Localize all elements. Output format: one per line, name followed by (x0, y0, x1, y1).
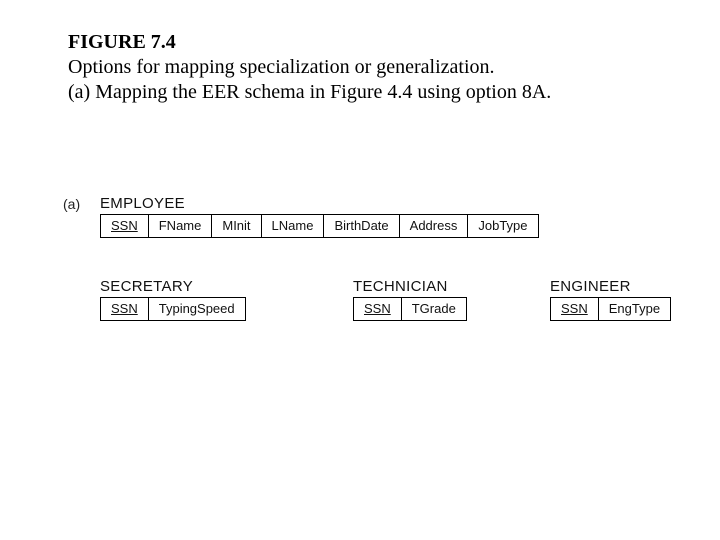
relation-table-technician: SSN TGrade (353, 297, 467, 321)
table-row: SSN TGrade (354, 298, 467, 321)
attr-cell: SSN (101, 298, 149, 321)
attr-cell: JobType (468, 215, 538, 238)
relation-name-technician: TECHNICIAN (353, 278, 448, 295)
table-row: SSN EngType (551, 298, 671, 321)
attr-cell: Address (399, 215, 468, 238)
attr-cell: FName (148, 215, 212, 238)
attr-cell: LName (261, 215, 324, 238)
table-row: SSN TypingSpeed (101, 298, 246, 321)
attr-cell: EngType (598, 298, 670, 321)
attr-cell: SSN (354, 298, 402, 321)
relation-table-engineer: SSN EngType (550, 297, 671, 321)
figure-caption: FIGURE 7.4 Options for mapping specializ… (68, 30, 551, 105)
figure-number: FIGURE 7.4 (68, 31, 176, 53)
attr-cell: SSN (551, 298, 599, 321)
attr-cell: TypingSpeed (148, 298, 245, 321)
attr-cell: BirthDate (324, 215, 399, 238)
attr-cell: SSN (101, 215, 149, 238)
relation-table-employee: SSN FName MInit LName BirthDate Address … (100, 214, 539, 238)
attr-cell: MInit (212, 215, 261, 238)
attr-cell: TGrade (401, 298, 466, 321)
relation-name-engineer: ENGINEER (550, 278, 631, 295)
relation-name-employee: EMPLOYEE (100, 195, 185, 212)
relation-table-secretary: SSN TypingSpeed (100, 297, 246, 321)
caption-line-2: (a) Mapping the EER schema in Figure 4.4… (68, 81, 551, 103)
table-row: SSN FName MInit LName BirthDate Address … (101, 215, 539, 238)
caption-line-1: Options for mapping specialization or ge… (68, 56, 495, 78)
subpart-label-a: (a) (63, 196, 80, 212)
relation-name-secretary: SECRETARY (100, 278, 193, 295)
